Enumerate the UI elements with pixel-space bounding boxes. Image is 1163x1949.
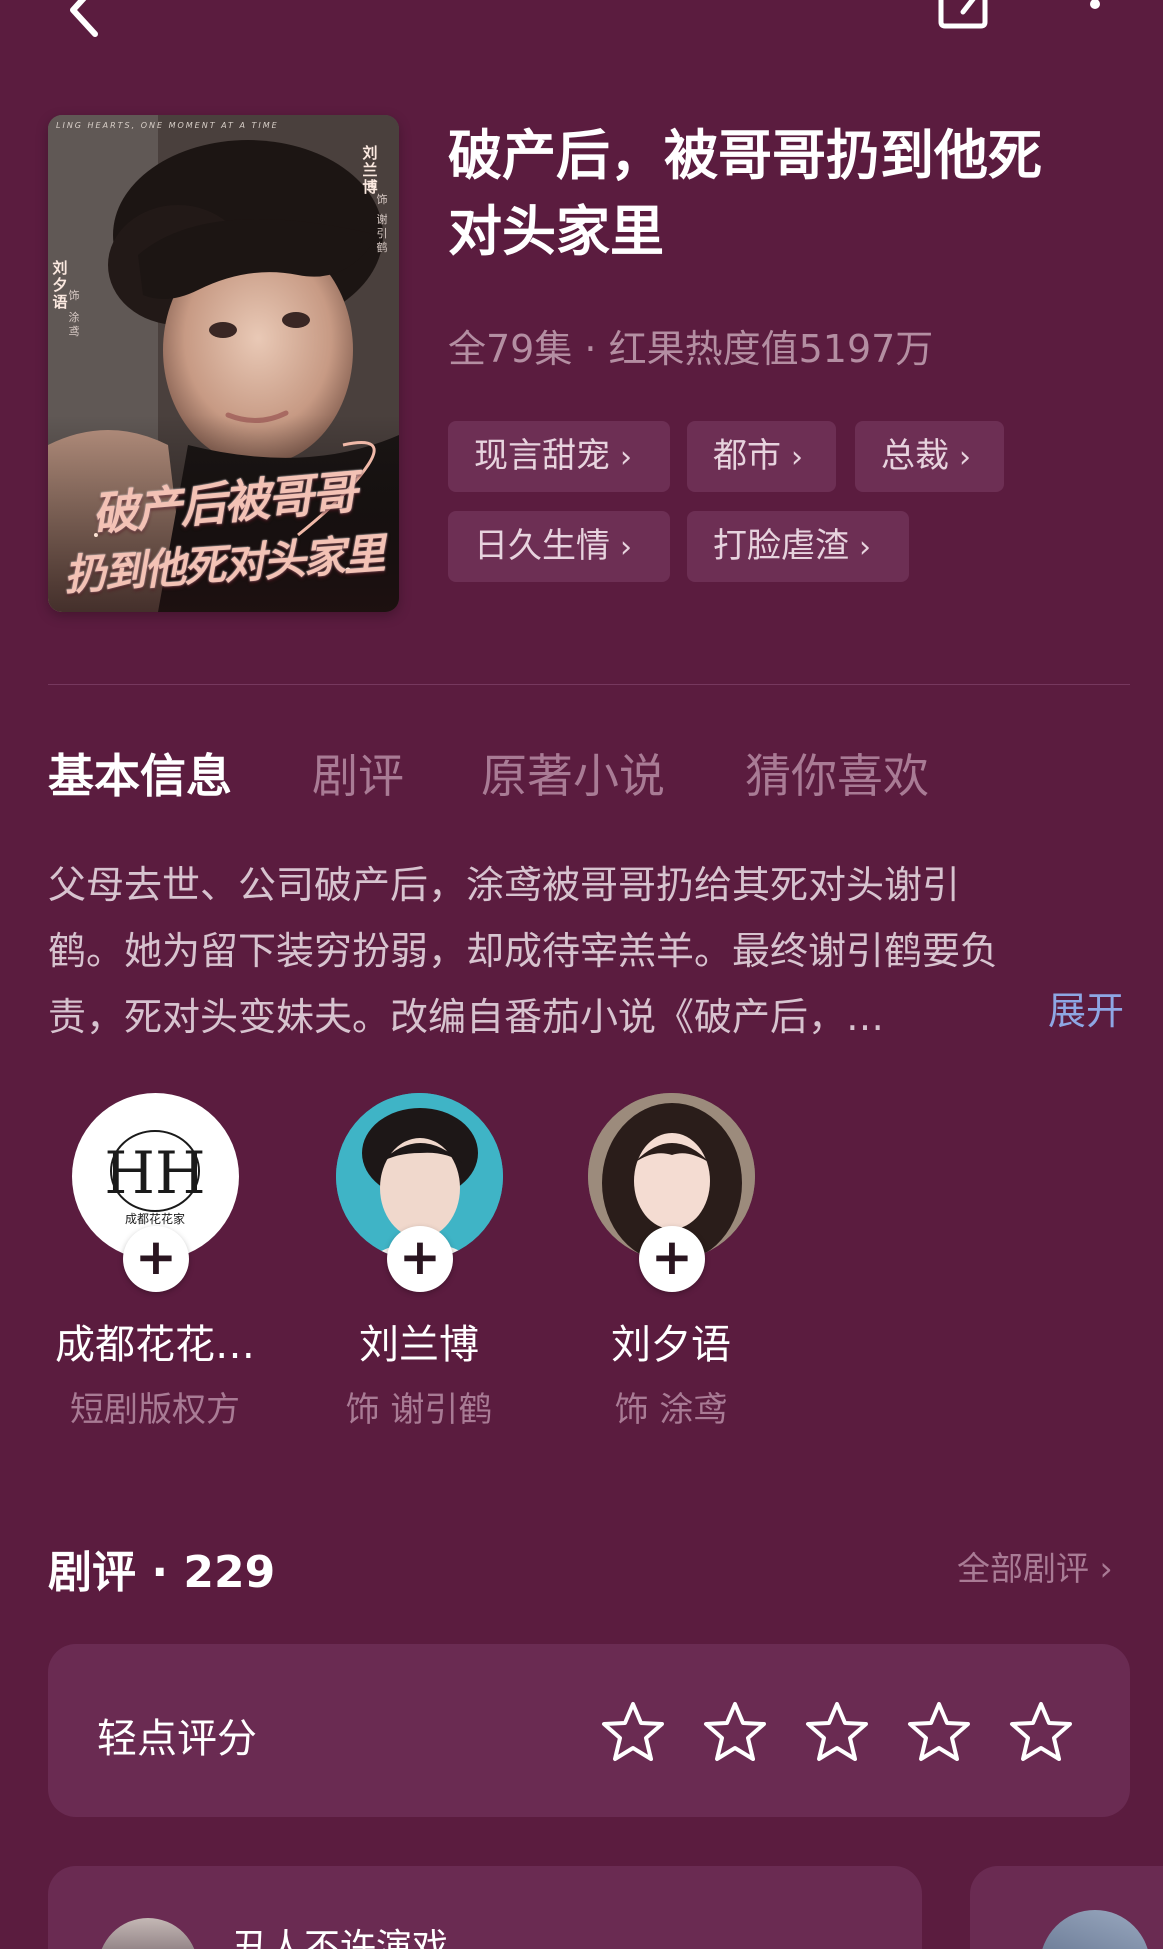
synopsis: 父母去世、公司破产后，涂鸢被哥哥扔给其死对头谢引 鹤。她为留下装穷扮弱，却成待宰… bbox=[48, 852, 1130, 1050]
drama-title-line-1: 破产后，被哥哥扔到他死 bbox=[448, 124, 1042, 187]
more-vertical-icon bbox=[1090, 0, 1100, 9]
poster-tagline: LING HEARTS, ONE MOMENT AT A TIME bbox=[56, 121, 279, 130]
chevron-right-icon: › bbox=[620, 530, 632, 565]
follow-button[interactable]: + bbox=[639, 1226, 705, 1292]
synopsis-line-3: 责，死对头变妹夫。改编自番茄小说《破产后，… bbox=[48, 995, 885, 1039]
reviews-heading: 剧评 · 229 bbox=[48, 1547, 276, 1598]
follow-button[interactable]: + bbox=[387, 1226, 453, 1292]
drama-title: 破产后，被哥哥扔到他死 对头家里 bbox=[448, 118, 1128, 270]
synopsis-line-1: 父母去世、公司破产后，涂鸢被哥哥扔给其死对头谢引 bbox=[48, 863, 961, 907]
chevron-right-icon: › bbox=[959, 440, 971, 475]
tag-chip[interactable]: 日久生情 › bbox=[448, 511, 670, 582]
star-icon[interactable] bbox=[600, 1700, 666, 1764]
tab-recommendations[interactable]: 猜你喜欢 bbox=[745, 740, 929, 806]
cast-name: 成都花花… bbox=[55, 1322, 255, 1368]
poster-actor1-prefix: 饰 bbox=[376, 193, 388, 206]
drama-title-line-2: 对头家里 bbox=[448, 200, 664, 263]
star-icon[interactable] bbox=[804, 1700, 870, 1764]
chevron-left-icon bbox=[70, 0, 98, 37]
cast-role: 饰 涂鸢 bbox=[614, 1390, 728, 1430]
tag-label: 日久生情 bbox=[474, 526, 610, 566]
expand-synopsis-link[interactable]: 展开 bbox=[1048, 980, 1124, 1035]
hh-logo-letters: HH bbox=[104, 1139, 205, 1207]
tag-label: 打脸虐渣 bbox=[713, 526, 849, 566]
follow-button[interactable]: + bbox=[123, 1226, 189, 1292]
chevron-right-icon: › bbox=[859, 530, 871, 565]
synopsis-line-2: 鹤。她为留下装穷扮弱，却成待宰羔羊。最终谢引鹤要负 bbox=[48, 929, 999, 973]
reviewer-name: 丑人不许演戏 bbox=[232, 1927, 449, 1949]
share-button[interactable] bbox=[933, 0, 993, 38]
section-divider bbox=[48, 684, 1130, 685]
share-icon bbox=[938, 0, 988, 29]
poster-actor2-role: 涂鸢 bbox=[68, 311, 80, 338]
tag-chip[interactable]: 打脸虐渣 › bbox=[687, 511, 909, 582]
tab-original-novel[interactable]: 原著小说 bbox=[481, 740, 665, 806]
poster-actor1-role: 谢引鹤 bbox=[376, 213, 388, 254]
hh-logo-subtext: 成都花花家 bbox=[125, 1211, 185, 1226]
episode-and-heat: 全79集 · 红果热度值5197万 bbox=[448, 327, 934, 371]
drama-poster[interactable]: LING HEARTS, ONE MOMENT AT A TIME 刘兰博 饰 … bbox=[48, 115, 399, 612]
back-button[interactable] bbox=[55, 0, 111, 38]
tab-reviews[interactable]: 剧评 bbox=[312, 740, 404, 806]
cast-name: 刘夕语 bbox=[611, 1322, 731, 1368]
cast-role: 短剧版权方 bbox=[70, 1390, 240, 1430]
cast-name: 刘兰博 bbox=[359, 1322, 479, 1368]
poster-actor1-name: 刘兰博 bbox=[362, 144, 378, 196]
tag-label: 都市 bbox=[713, 436, 781, 476]
star-icon[interactable] bbox=[702, 1700, 768, 1764]
star-icon[interactable] bbox=[906, 1700, 972, 1764]
tag-chip[interactable]: 总裁 › bbox=[855, 421, 1004, 492]
poster-actor2-prefix: 饰 bbox=[68, 289, 80, 302]
chevron-right-icon: › bbox=[791, 440, 803, 475]
drama-detail-page: LING HEARTS, ONE MOMENT AT A TIME 刘兰博 饰 … bbox=[0, 0, 1163, 1949]
poster-actor2-name: 刘夕语 bbox=[52, 259, 68, 311]
all-reviews-link[interactable]: 全部剧评 › bbox=[957, 1542, 1113, 1590]
star-icon[interactable] bbox=[1008, 1700, 1074, 1764]
tag-label: 总裁 bbox=[881, 436, 949, 476]
tag-chip[interactable]: 都市 › bbox=[687, 421, 836, 492]
chevron-right-icon: › bbox=[620, 440, 632, 475]
cast-role: 饰 谢引鹤 bbox=[345, 1390, 493, 1430]
tag-chip[interactable]: 现言甜宠 › bbox=[448, 421, 670, 492]
tag-label: 现言甜宠 bbox=[474, 436, 610, 476]
more-button[interactable] bbox=[1075, 0, 1115, 42]
tab-basic-info[interactable]: 基本信息 bbox=[48, 740, 232, 806]
rating-label: 轻点评分 bbox=[97, 1716, 257, 1762]
